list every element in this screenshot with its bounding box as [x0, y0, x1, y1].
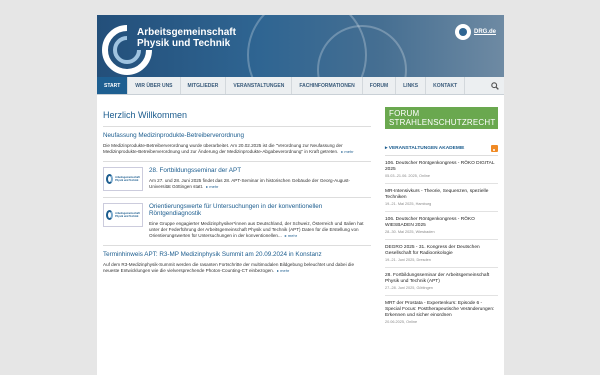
events-header: VERANSTALTUNGEN AKADEMIE: [385, 145, 498, 156]
article-item: Terminhinweis APT: R3-MP Medizinphysik S…: [103, 246, 371, 280]
event-item[interactable]: MRT der Prostata - Expertenkurs: Episode…: [385, 296, 498, 329]
search-icon: [491, 81, 499, 90]
article-text: Die Medizinprodukte-Betreiberverordnung …: [103, 143, 371, 155]
article-item: Arbeitsgemeinschaft Physik und Technik O…: [103, 198, 371, 246]
nav-item-veranstaltungen[interactable]: Veranstaltungen: [226, 77, 293, 94]
event-title: 28. Fortbildungsseminar der Arbeitsgemei…: [385, 273, 490, 284]
site-title-line1: Arbeitsgemeinschaft: [137, 27, 236, 38]
nav-item-wir-ueber-uns[interactable]: Wir über uns: [128, 77, 181, 94]
event-title: MR-Intensivkurs - Theorie, Sequenzen, sp…: [385, 189, 489, 200]
event-date: 27.-28. Juni 2025, Göttingen: [385, 286, 433, 290]
main-navigation: Start Wir über uns Mitglieder Veranstalt…: [97, 77, 504, 95]
nav-item-kontakt[interactable]: Kontakt: [426, 77, 466, 94]
more-link[interactable]: mehr: [277, 268, 289, 273]
page-wrapper: Arbeitsgemeinschaft Physik und Technik D…: [97, 15, 504, 375]
article-title[interactable]: 28. Fortbildungsseminar der APT: [149, 167, 371, 174]
event-title: 106. Deutscher Röntgenkongress - RÖKO DI…: [385, 161, 495, 172]
thumbnail-caption: Arbeitsgemeinschaft Physik und Technik: [115, 176, 140, 182]
drg-link-label: DRG.de: [473, 29, 496, 35]
event-item[interactable]: 28. Fortbildungsseminar der Arbeitsgemei…: [385, 268, 498, 296]
article-text: Am 27. und 28. Juni 2025 findet das 28. …: [149, 178, 371, 190]
event-item[interactable]: 106. Deutscher Röntgenkongress - RÖKO WI…: [385, 212, 498, 240]
article-title[interactable]: Orientierungswerte für Untersuchungen in…: [149, 203, 371, 217]
drg-link[interactable]: DRG.de: [454, 24, 496, 40]
event-date: 20.06.2025, Online: [385, 320, 418, 324]
event-item[interactable]: DEGRO 2025 - 31. Kongress der Deutschen …: [385, 240, 498, 268]
article-text: Eine Gruppe engagierter Medizinphysiker*…: [149, 221, 371, 239]
article-thumbnail[interactable]: Arbeitsgemeinschaft Physik und Technik: [103, 203, 143, 227]
search-button[interactable]: [486, 77, 504, 94]
sidebar: FORUM STRAHLENSCHUTZRECHT VERANSTALTUNGE…: [385, 107, 498, 329]
site-title-line2: Physik und Technik: [137, 38, 231, 49]
event-item[interactable]: 106. Deutscher Röntgenkongress - RÖKO DI…: [385, 156, 498, 184]
drg-logo-icon: [454, 24, 471, 40]
article-thumbnail[interactable]: Arbeitsgemeinschaft Physik und Technik: [103, 167, 143, 191]
article-item: Neufassung Medizinprodukte-Betreibervero…: [103, 127, 371, 162]
event-date: 28.-30. Mai 2025, Wiesbaden: [385, 230, 435, 234]
rss-icon[interactable]: [491, 145, 498, 152]
article-item: Arbeitsgemeinschaft Physik und Technik 2…: [103, 162, 371, 198]
event-date: 19.-21. Mai 2025, Hamburg: [385, 202, 432, 206]
nav-item-start[interactable]: Start: [97, 77, 129, 94]
event-title: MRT der Prostata - Expertenkurs: Episode…: [385, 301, 495, 318]
site-title[interactable]: Arbeitsgemeinschaft Physik und Technik: [137, 27, 236, 49]
nav-item-forum[interactable]: Forum: [363, 77, 397, 94]
site-header: Arbeitsgemeinschaft Physik und Technik D…: [97, 15, 504, 77]
article-body: Die Medizinprodukte-Betreiberverordnung …: [103, 143, 343, 154]
apt-logo-icon: [106, 210, 114, 220]
article-body: Eine Gruppe engagierter Medizinphysiker*…: [149, 221, 364, 238]
more-link[interactable]: mehr: [285, 233, 297, 238]
event-item[interactable]: MR-Intensivkurs - Theorie, Sequenzen, sp…: [385, 184, 498, 212]
article-body: Auf dem R3-Medizinphysik-Summit werden d…: [103, 262, 355, 273]
event-title: 106. Deutscher Röntgenkongress - RÖKO WI…: [385, 217, 475, 228]
article-text: Auf dem R3-Medizinphysik-Summit werden d…: [103, 262, 371, 274]
more-link[interactable]: mehr: [341, 149, 353, 154]
nav-item-fachinformationen[interactable]: Fachinformationen: [292, 77, 363, 94]
event-title: DEGRO 2025 - 31. Kongress der Deutschen …: [385, 245, 480, 256]
article-title[interactable]: Terminhinweis APT: R3-MP Medizinphysik S…: [103, 251, 371, 258]
nav-item-mitglieder[interactable]: Mitglieder: [181, 77, 227, 94]
event-date: 05.03.-21.06. 2025, Online: [385, 174, 430, 178]
forum-strahlenschutzrecht-banner[interactable]: FORUM STRAHLENSCHUTZRECHT: [385, 107, 498, 129]
forum-banner-line2: STRAHLENSCHUTZRECHT: [389, 118, 496, 127]
page-title: Herzlich Willkommen: [103, 110, 371, 127]
thumbnail-caption: Arbeitsgemeinschaft Physik und Technik: [115, 212, 140, 218]
forum-banner-line1: FORUM: [389, 109, 420, 118]
article-body: Am 27. und 28. Juni 2025 findet das 28. …: [149, 178, 350, 189]
main-content: Herzlich Willkommen Neufassung Medizinpr…: [103, 110, 371, 280]
nav-item-links[interactable]: Links: [396, 77, 427, 94]
article-title[interactable]: Neufassung Medizinprodukte-Betreibervero…: [103, 132, 371, 139]
apt-logo-icon: [106, 174, 114, 184]
event-date: 19.-21. Juni 2025, Dresden: [385, 258, 431, 262]
events-title[interactable]: VERANSTALTUNGEN AKADEMIE: [385, 146, 465, 151]
more-link[interactable]: mehr: [206, 184, 218, 189]
